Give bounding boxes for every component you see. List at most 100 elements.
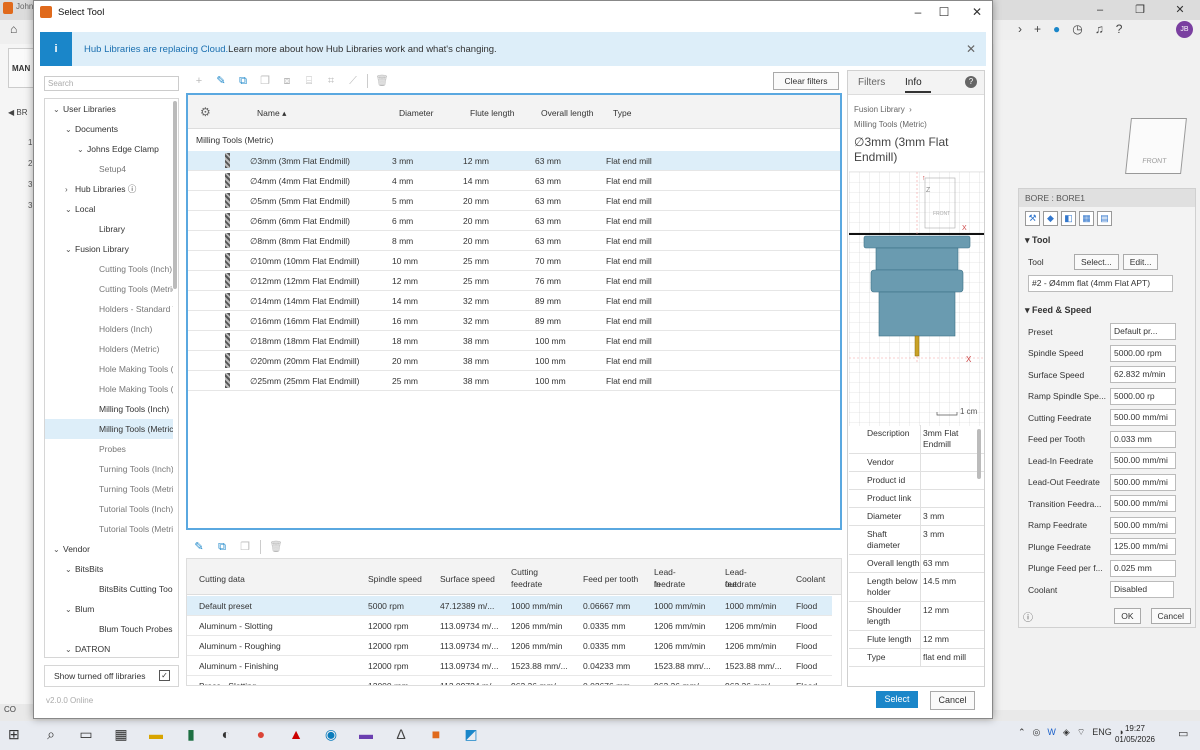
chevron-down-icon[interactable]: ⌄ <box>65 640 75 657</box>
clear-filters-button[interactable]: Clear filters <box>773 72 839 90</box>
banner-close-icon[interactable]: ✕ <box>966 42 976 56</box>
col-type[interactable]: Type <box>613 108 631 118</box>
tree-item[interactable]: Milling Tools (Metric <box>45 419 173 439</box>
chevron-down-icon[interactable]: ⌄ <box>77 140 87 159</box>
feed-value[interactable]: 62.832 m/min <box>1110 366 1176 384</box>
paste-icon[interactable]: ❐ <box>257 73 273 89</box>
col-diameter[interactable]: Diameter <box>399 108 433 118</box>
col-surface[interactable]: Surface speed <box>440 573 495 585</box>
chevron-down-icon[interactable]: ⌄ <box>65 560 75 579</box>
feed-value[interactable]: 0.033 mm <box>1110 430 1176 448</box>
close-icon[interactable]: ✕ <box>1160 0 1200 20</box>
breadcrumb-item[interactable]: Fusion Library <box>854 105 905 114</box>
tool-tab-icon[interactable]: ⚒ <box>1025 211 1040 226</box>
tree-item[interactable]: ⌄ Local <box>45 199 173 219</box>
tree-scrollbar[interactable] <box>173 101 177 289</box>
help-icon[interactable]: ? <box>1116 22 1123 36</box>
edge-icon[interactable]: ◉ <box>320 723 342 745</box>
copy-icon[interactable]: ⧉ <box>214 539 230 555</box>
cutting-row[interactable]: Aluminum - Finishing 12000 rpm 113.09734 m… <box>187 656 832 676</box>
clock[interactable]: 19:27 01/05/2026 <box>1110 723 1160 745</box>
table-row[interactable]: ∅16mm (16mm Flat Endmill) 16 mm 32 mm 89 mm… <box>188 311 840 331</box>
tree-item[interactable]: Holders - Standard T <box>45 299 173 319</box>
bell-icon[interactable]: ♫ <box>1095 22 1104 36</box>
feed-section[interactable]: ▾ Feed & Speed <box>1019 300 1195 321</box>
chevron-right-icon[interactable]: › <box>1018 22 1022 36</box>
tree-item[interactable]: Library <box>45 219 173 239</box>
dropbox-icon[interactable]: ◈ <box>1063 727 1070 738</box>
table-row[interactable]: ∅12mm (12mm Flat Endmill) 12 mm 25 mm 76 mm… <box>188 271 840 291</box>
editor-icon[interactable]: ◩ <box>460 723 482 745</box>
select-button[interactable]: Select <box>876 691 918 708</box>
table-row[interactable]: ∅6mm (6mm Flat Endmill) 6 mm 20 mm 63 mm Fla… <box>188 211 840 231</box>
app-icon[interactable]: ◐ <box>215 723 237 745</box>
store-icon[interactable]: ▦ <box>110 723 132 745</box>
clock-icon[interactable]: ◷ <box>1072 22 1082 36</box>
table-row[interactable]: ∅25mm (25mm Flat Endmill) 25 mm 38 mm 100 m… <box>188 371 840 391</box>
chevron-down-icon[interactable]: ⌄ <box>65 200 75 219</box>
tree-item[interactable]: ⌄ Documents <box>45 119 173 139</box>
tree-item[interactable]: Turning Tools (Metri <box>45 479 173 499</box>
checkbox-icon[interactable]: ✓ <box>159 670 170 681</box>
show-turned-off-toggle[interactable]: Show turned off libraries ✓ <box>44 665 179 687</box>
col-overall[interactable]: Overall length <box>541 108 593 118</box>
chevron-right-icon[interactable]: › <box>65 180 75 199</box>
tray-app-icon[interactable]: ◎ <box>1033 727 1041 738</box>
tab-info[interactable]: Info <box>905 77 922 88</box>
restore-icon[interactable]: ❐ <box>1120 0 1160 20</box>
table-row[interactable]: ∅5mm (5mm Flat Endmill) 5 mm 20 mm 63 mm Fla… <box>188 191 840 211</box>
info-icon[interactable]: ⓘ <box>1023 609 1033 624</box>
tree-item[interactable]: ⌄ Fusion Library <box>45 239 173 259</box>
cutting-row[interactable]: Brass - Slotting 12000 rpm 113.09734 m/...… <box>187 676 832 685</box>
table-row[interactable]: ∅10mm (10mm Flat Endmill) 10 mm 25 mm 70 mm… <box>188 251 840 271</box>
fusion-icon[interactable]: ■ <box>425 723 447 745</box>
table-row[interactable]: ∅20mm (20mm Flat Endmill) 20 mm 38 mm 100 m… <box>188 351 840 371</box>
tree-item[interactable]: Hole Making Tools (I <box>45 379 173 399</box>
chevron-down-icon[interactable]: ⌄ <box>65 240 75 259</box>
heights-tab-icon[interactable]: ◧ <box>1061 211 1076 226</box>
feed-value[interactable]: 125.00 mm/mi <box>1110 538 1176 556</box>
feed-value[interactable]: 500.00 mm/mi <box>1110 495 1176 513</box>
acrobat-icon[interactable]: ▲ <box>285 723 307 745</box>
tree-item[interactable]: › Hub Libraries ⓘ <box>45 179 173 199</box>
tree-item[interactable]: ⌄ Vendor <box>45 539 173 559</box>
tree-item[interactable]: ⌄ DATRON <box>45 639 173 657</box>
tree-item[interactable]: Probes <box>45 439 173 459</box>
col-flute[interactable]: Flute length <box>470 108 514 118</box>
wifi-icon[interactable]: ⌔ <box>1077 727 1085 738</box>
autodesk-icon[interactable]: Δ <box>390 723 412 745</box>
edit-icon[interactable]: ✎ <box>213 73 229 89</box>
cutting-row[interactable]: Default preset 5000 rpm 47.12389 m/... 1000… <box>187 596 832 616</box>
manage-tab[interactable]: MAN <box>8 48 34 88</box>
geometry-tab-icon[interactable]: ◆ <box>1043 211 1058 226</box>
feed-value[interactable]: Disabled <box>1110 581 1174 599</box>
linking-tab-icon[interactable]: ▤ <box>1097 211 1112 226</box>
feed-value[interactable]: 500.00 mm/mi <box>1110 473 1176 491</box>
plus-icon[interactable]: + <box>1034 22 1041 36</box>
tree-item[interactable]: Tutorial Tools (Inch) <box>45 499 173 519</box>
col-spindle[interactable]: Spindle speed <box>368 573 422 585</box>
chevron-down-icon[interactable]: ⌄ <box>65 600 75 619</box>
table-row[interactable]: ∅3mm (3mm Flat Endmill) 3 mm 12 mm 63 mm Fla… <box>188 151 840 171</box>
minimize-icon[interactable]: – <box>1080 0 1120 20</box>
feed-value[interactable]: 500.00 mm/mi <box>1110 516 1176 534</box>
tree-item[interactable]: Blum Touch Probes <box>45 619 173 639</box>
tree-item[interactable]: Milling Tools (Inch) <box>45 399 173 419</box>
copy-icon[interactable]: ⧉ <box>235 73 251 89</box>
measure-icon[interactable]: ⌗ <box>323 73 339 89</box>
tool-dropdown[interactable]: #2 - Ø4mm flat (4mm Flat APT) <box>1028 274 1173 292</box>
table-row[interactable]: ∅14mm (14mm Flat Endmill) 14 mm 32 mm 89 mm… <box>188 291 840 311</box>
ok-button[interactable]: OK <box>1114 608 1141 624</box>
feed-value[interactable]: 500.00 mm/mi <box>1110 452 1176 470</box>
tree-item[interactable]: ⌄ BitsBits <box>45 559 173 579</box>
feed-value[interactable]: Default pr... <box>1110 323 1176 341</box>
passes-tab-icon[interactable]: ▦ <box>1079 211 1094 226</box>
media-icon[interactable]: ▬ <box>355 723 377 745</box>
add-icon[interactable]: + <box>191 73 207 89</box>
lang-indicator[interactable]: ENG <box>1092 727 1112 738</box>
col-cutting-data[interactable]: Cutting data <box>199 573 245 585</box>
banner-link[interactable]: Hub Libraries are replacing Cloud. <box>84 44 228 55</box>
dialog-close-icon[interactable]: ✕ <box>959 1 995 23</box>
feed-value[interactable]: 0.025 mm <box>1110 559 1176 577</box>
feed-value[interactable]: 500.00 mm/mi <box>1110 409 1176 427</box>
